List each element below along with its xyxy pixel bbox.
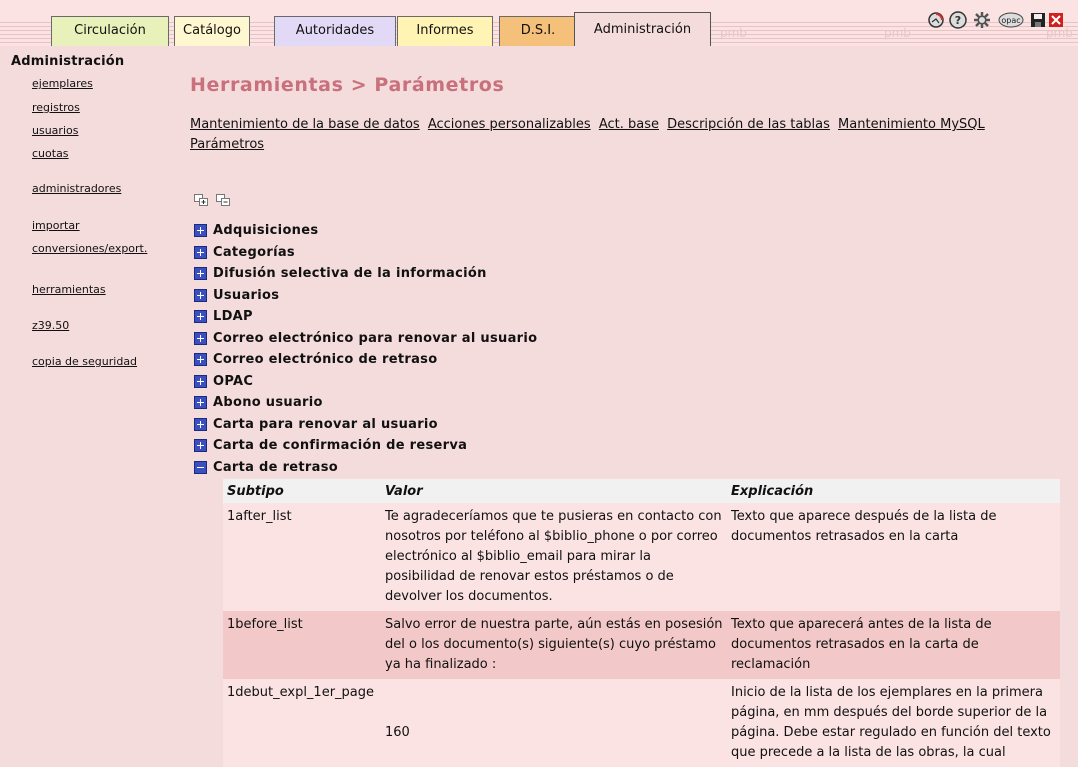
link-parametros[interactable]: Parámetros bbox=[190, 137, 264, 152]
category-adquisiciones[interactable]: Adquisiciones bbox=[194, 220, 1074, 242]
sidebar: Administración bbox=[0, 54, 170, 69]
table-row[interactable]: 1before_list Salvo error de nuestra part… bbox=[223, 611, 1060, 679]
exit-icon[interactable] bbox=[1046, 10, 1066, 30]
watermark: pmb bbox=[884, 26, 911, 40]
sidebar-link-z3950[interactable]: z39.50 bbox=[32, 319, 69, 332]
sidebar-title: Administración bbox=[11, 54, 125, 69]
link-mantenimiento-mysql[interactable]: Mantenimiento MySQL bbox=[838, 117, 985, 132]
tab-autoridades[interactable]: Autoridades bbox=[274, 16, 396, 46]
cell-valor: Te agradeceríamos que te pusieras en con… bbox=[381, 503, 727, 611]
column-header-explicacion[interactable]: Explicación bbox=[727, 479, 1060, 503]
category-carta-renovar[interactable]: Carta para renovar al usuario bbox=[194, 414, 1074, 436]
expand-all-icon[interactable] bbox=[194, 194, 208, 206]
expand-icon[interactable] bbox=[194, 245, 207, 259]
collapse-icon[interactable] bbox=[194, 460, 207, 474]
opac-icon[interactable]: opac bbox=[998, 10, 1024, 30]
category-correo-retraso[interactable]: Correo electrónico de retraso bbox=[194, 349, 1074, 371]
sidebar-link-conversiones[interactable]: conversiones/export. bbox=[32, 242, 147, 255]
expand-icon[interactable] bbox=[194, 417, 207, 431]
cell-subtipo: 1after_list bbox=[223, 503, 381, 611]
category-correo-renovar[interactable]: Correo electrónico para renovar al usuar… bbox=[194, 328, 1074, 350]
cell-valor: Salvo error de nuestra parte, aún estás … bbox=[381, 611, 727, 679]
expand-icon[interactable] bbox=[194, 374, 207, 388]
refresh-icon[interactable] bbox=[926, 10, 946, 30]
link-acciones-personalizables[interactable]: Acciones personalizables bbox=[428, 117, 591, 132]
sidebar-link-usuarios[interactable]: usuarios bbox=[32, 124, 78, 137]
link-descripcion-tablas[interactable]: Descripción de las tablas bbox=[667, 117, 830, 132]
tool-links: Mantenimiento de la base de datos Accion… bbox=[190, 115, 1040, 155]
page-title: Herramientas > Parámetros bbox=[190, 74, 505, 96]
tab-informes[interactable]: Informes bbox=[397, 16, 493, 46]
link-mantenimiento-bd[interactable]: Mantenimiento de la base de datos bbox=[190, 117, 420, 132]
cell-explicacion: Inicio de la lista de los ejemplares en … bbox=[727, 679, 1060, 767]
expand-icon[interactable] bbox=[194, 267, 207, 281]
tab-administracion[interactable]: Administración bbox=[574, 12, 711, 46]
expand-icon[interactable] bbox=[194, 396, 207, 410]
table-row[interactable]: 1debut_expl_1er_page 160 Inicio de la li… bbox=[223, 679, 1060, 767]
cell-explicacion: Texto que aparecerá antes de la lista de… bbox=[727, 611, 1060, 679]
tab-dsi[interactable]: D.S.I. bbox=[499, 16, 577, 46]
expand-icon[interactable] bbox=[194, 331, 207, 345]
table-row[interactable]: 1after_list Te agradeceríamos que te pus… bbox=[223, 503, 1060, 611]
expand-icon[interactable] bbox=[194, 288, 207, 302]
help-icon[interactable]: ? bbox=[948, 10, 968, 30]
table-header-row: Subtipo Valor Explicación bbox=[223, 479, 1060, 503]
category-ldap[interactable]: LDAP bbox=[194, 306, 1074, 328]
sidebar-link-importar[interactable]: importar bbox=[32, 219, 80, 232]
save-icon[interactable] bbox=[1028, 10, 1048, 30]
svg-text:?: ? bbox=[955, 14, 961, 27]
sidebar-link-cuotas[interactable]: cuotas bbox=[32, 147, 69, 160]
expand-icon[interactable] bbox=[194, 310, 207, 324]
category-opac[interactable]: OPAC bbox=[194, 371, 1074, 393]
sidebar-link-ejemplares[interactable]: ejemplares bbox=[32, 77, 93, 90]
cell-subtipo: 1debut_expl_1er_page bbox=[223, 679, 381, 767]
category-carta-confirmacion[interactable]: Carta de confirmación de reserva bbox=[194, 435, 1074, 457]
cell-explicacion: Texto que aparece después de la lista de… bbox=[727, 503, 1060, 611]
category-usuarios[interactable]: Usuarios bbox=[194, 285, 1074, 307]
top-bar: pmb pmb pmb Circulación Catálogo Autorid… bbox=[0, 0, 1078, 46]
parameter-categories: Adquisiciones Categorías Difusión select… bbox=[194, 220, 1074, 478]
link-act-base[interactable]: Act. base bbox=[599, 117, 659, 132]
parameters-table: Subtipo Valor Explicación 1after_list Te… bbox=[223, 479, 1060, 767]
sidebar-link-copia-seguridad[interactable]: copia de seguridad bbox=[32, 355, 137, 368]
settings-icon[interactable] bbox=[972, 10, 992, 30]
category-categorias[interactable]: Categorías bbox=[194, 242, 1074, 264]
sidebar-link-administradores[interactable]: administradores bbox=[32, 182, 121, 195]
tab-catalogo[interactable]: Catálogo bbox=[174, 16, 250, 46]
column-header-subtipo[interactable]: Subtipo bbox=[223, 479, 381, 503]
expand-icon[interactable] bbox=[194, 353, 207, 367]
expand-icon[interactable] bbox=[194, 439, 207, 453]
expand-icon[interactable] bbox=[194, 224, 207, 238]
sidebar-link-registros[interactable]: registros bbox=[32, 101, 80, 114]
tab-circulacion[interactable]: Circulación bbox=[51, 16, 169, 46]
category-carta-retraso[interactable]: Carta de retraso bbox=[194, 457, 1074, 479]
watermark: pmb bbox=[720, 26, 747, 40]
column-header-valor[interactable]: Valor bbox=[381, 479, 727, 503]
svg-text:opac: opac bbox=[1001, 16, 1020, 25]
category-dsi[interactable]: Difusión selectiva de la información bbox=[194, 263, 1074, 285]
sidebar-link-herramientas[interactable]: herramientas bbox=[32, 283, 106, 296]
cell-valor: 160 bbox=[381, 679, 727, 767]
cell-subtipo: 1before_list bbox=[223, 611, 381, 679]
collapse-all-icon[interactable] bbox=[216, 194, 230, 206]
category-abono-usuario[interactable]: Abono usuario bbox=[194, 392, 1074, 414]
